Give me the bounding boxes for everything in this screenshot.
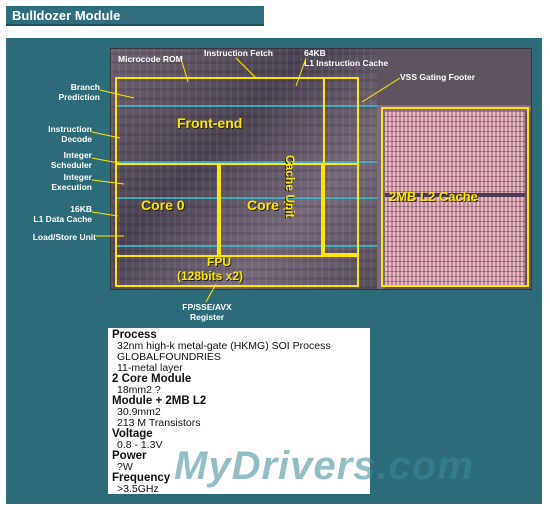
page-title: Bulldozer Module (6, 6, 264, 26)
watermark: MyDrivers.com (174, 444, 474, 488)
diagram-panel: Front-end Core 0 Core 1 2MB L2 Cache Cac… (6, 38, 542, 504)
leader-lines (91, 57, 401, 303)
